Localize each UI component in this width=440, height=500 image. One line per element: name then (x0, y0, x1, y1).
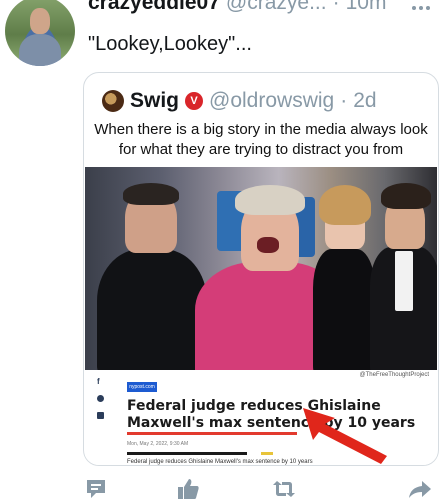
share-icons: f (97, 378, 107, 429)
article-dateline: Mon, May 2, 2022, 9:30 AM (127, 441, 189, 447)
person-hair (123, 183, 179, 205)
email-icon (97, 412, 104, 419)
verified-badge-icon: V (185, 92, 204, 110)
article-snippet: Federal judge reduces Ghislaine Maxwell'… (127, 459, 313, 465)
quoted-avatar (102, 90, 124, 112)
tweet-text: "Lookey,Lookey"... (88, 33, 252, 55)
timestamp[interactable]: 10m (346, 0, 387, 15)
person-figure (97, 249, 207, 370)
publisher-logo: nypost.com (127, 382, 157, 392)
article-screenshot: @TheFreeThoughtProject f nypost.com Fede… (85, 370, 437, 465)
facebook-icon: f (97, 377, 100, 386)
quoted-separator-dot: · (340, 89, 348, 112)
avatar-body (19, 34, 61, 66)
person-mouth (257, 237, 279, 253)
like-icon[interactable] (176, 477, 200, 500)
action-bar (60, 477, 440, 500)
person-shirt (395, 251, 413, 311)
divider-bar (127, 452, 247, 455)
separator-dot: · (332, 0, 340, 14)
avatar[interactable] (5, 0, 75, 66)
red-underline (127, 432, 297, 435)
divider-bar-accent (261, 452, 273, 455)
red-arrow-icon (303, 408, 387, 464)
quoted-handle: @oldrowswig (209, 89, 335, 112)
more-options-icon[interactable] (412, 0, 440, 10)
avatar-head (30, 8, 50, 34)
tweet-header: crazyeddie07 @crazye... · 10m (88, 0, 386, 15)
quoted-timestamp: 2d (353, 89, 377, 112)
handle[interactable]: @crazye... (226, 0, 327, 15)
share-icon[interactable] (408, 477, 432, 500)
display-name[interactable]: crazyeddie07 (88, 0, 220, 15)
quoted-header: Swig V @oldrowswig · 2d (102, 89, 377, 113)
quoted-tweet[interactable]: Swig V @oldrowswig · 2d When there is a … (83, 72, 439, 466)
quoted-display-name: Swig (130, 89, 180, 112)
watermark: @TheFreeThoughtProject (359, 372, 429, 378)
meme-photo (85, 167, 437, 370)
person-figure (313, 249, 375, 370)
person-hair (319, 185, 371, 225)
person-hair (235, 185, 305, 215)
meme-image[interactable]: When there is a big story in the media a… (85, 118, 437, 465)
meme-caption: When there is a big story in the media a… (94, 121, 428, 158)
person-hair (381, 183, 431, 209)
reply-icon[interactable] (84, 477, 108, 500)
retweet-icon[interactable] (272, 477, 296, 500)
twitter-icon (97, 395, 104, 402)
